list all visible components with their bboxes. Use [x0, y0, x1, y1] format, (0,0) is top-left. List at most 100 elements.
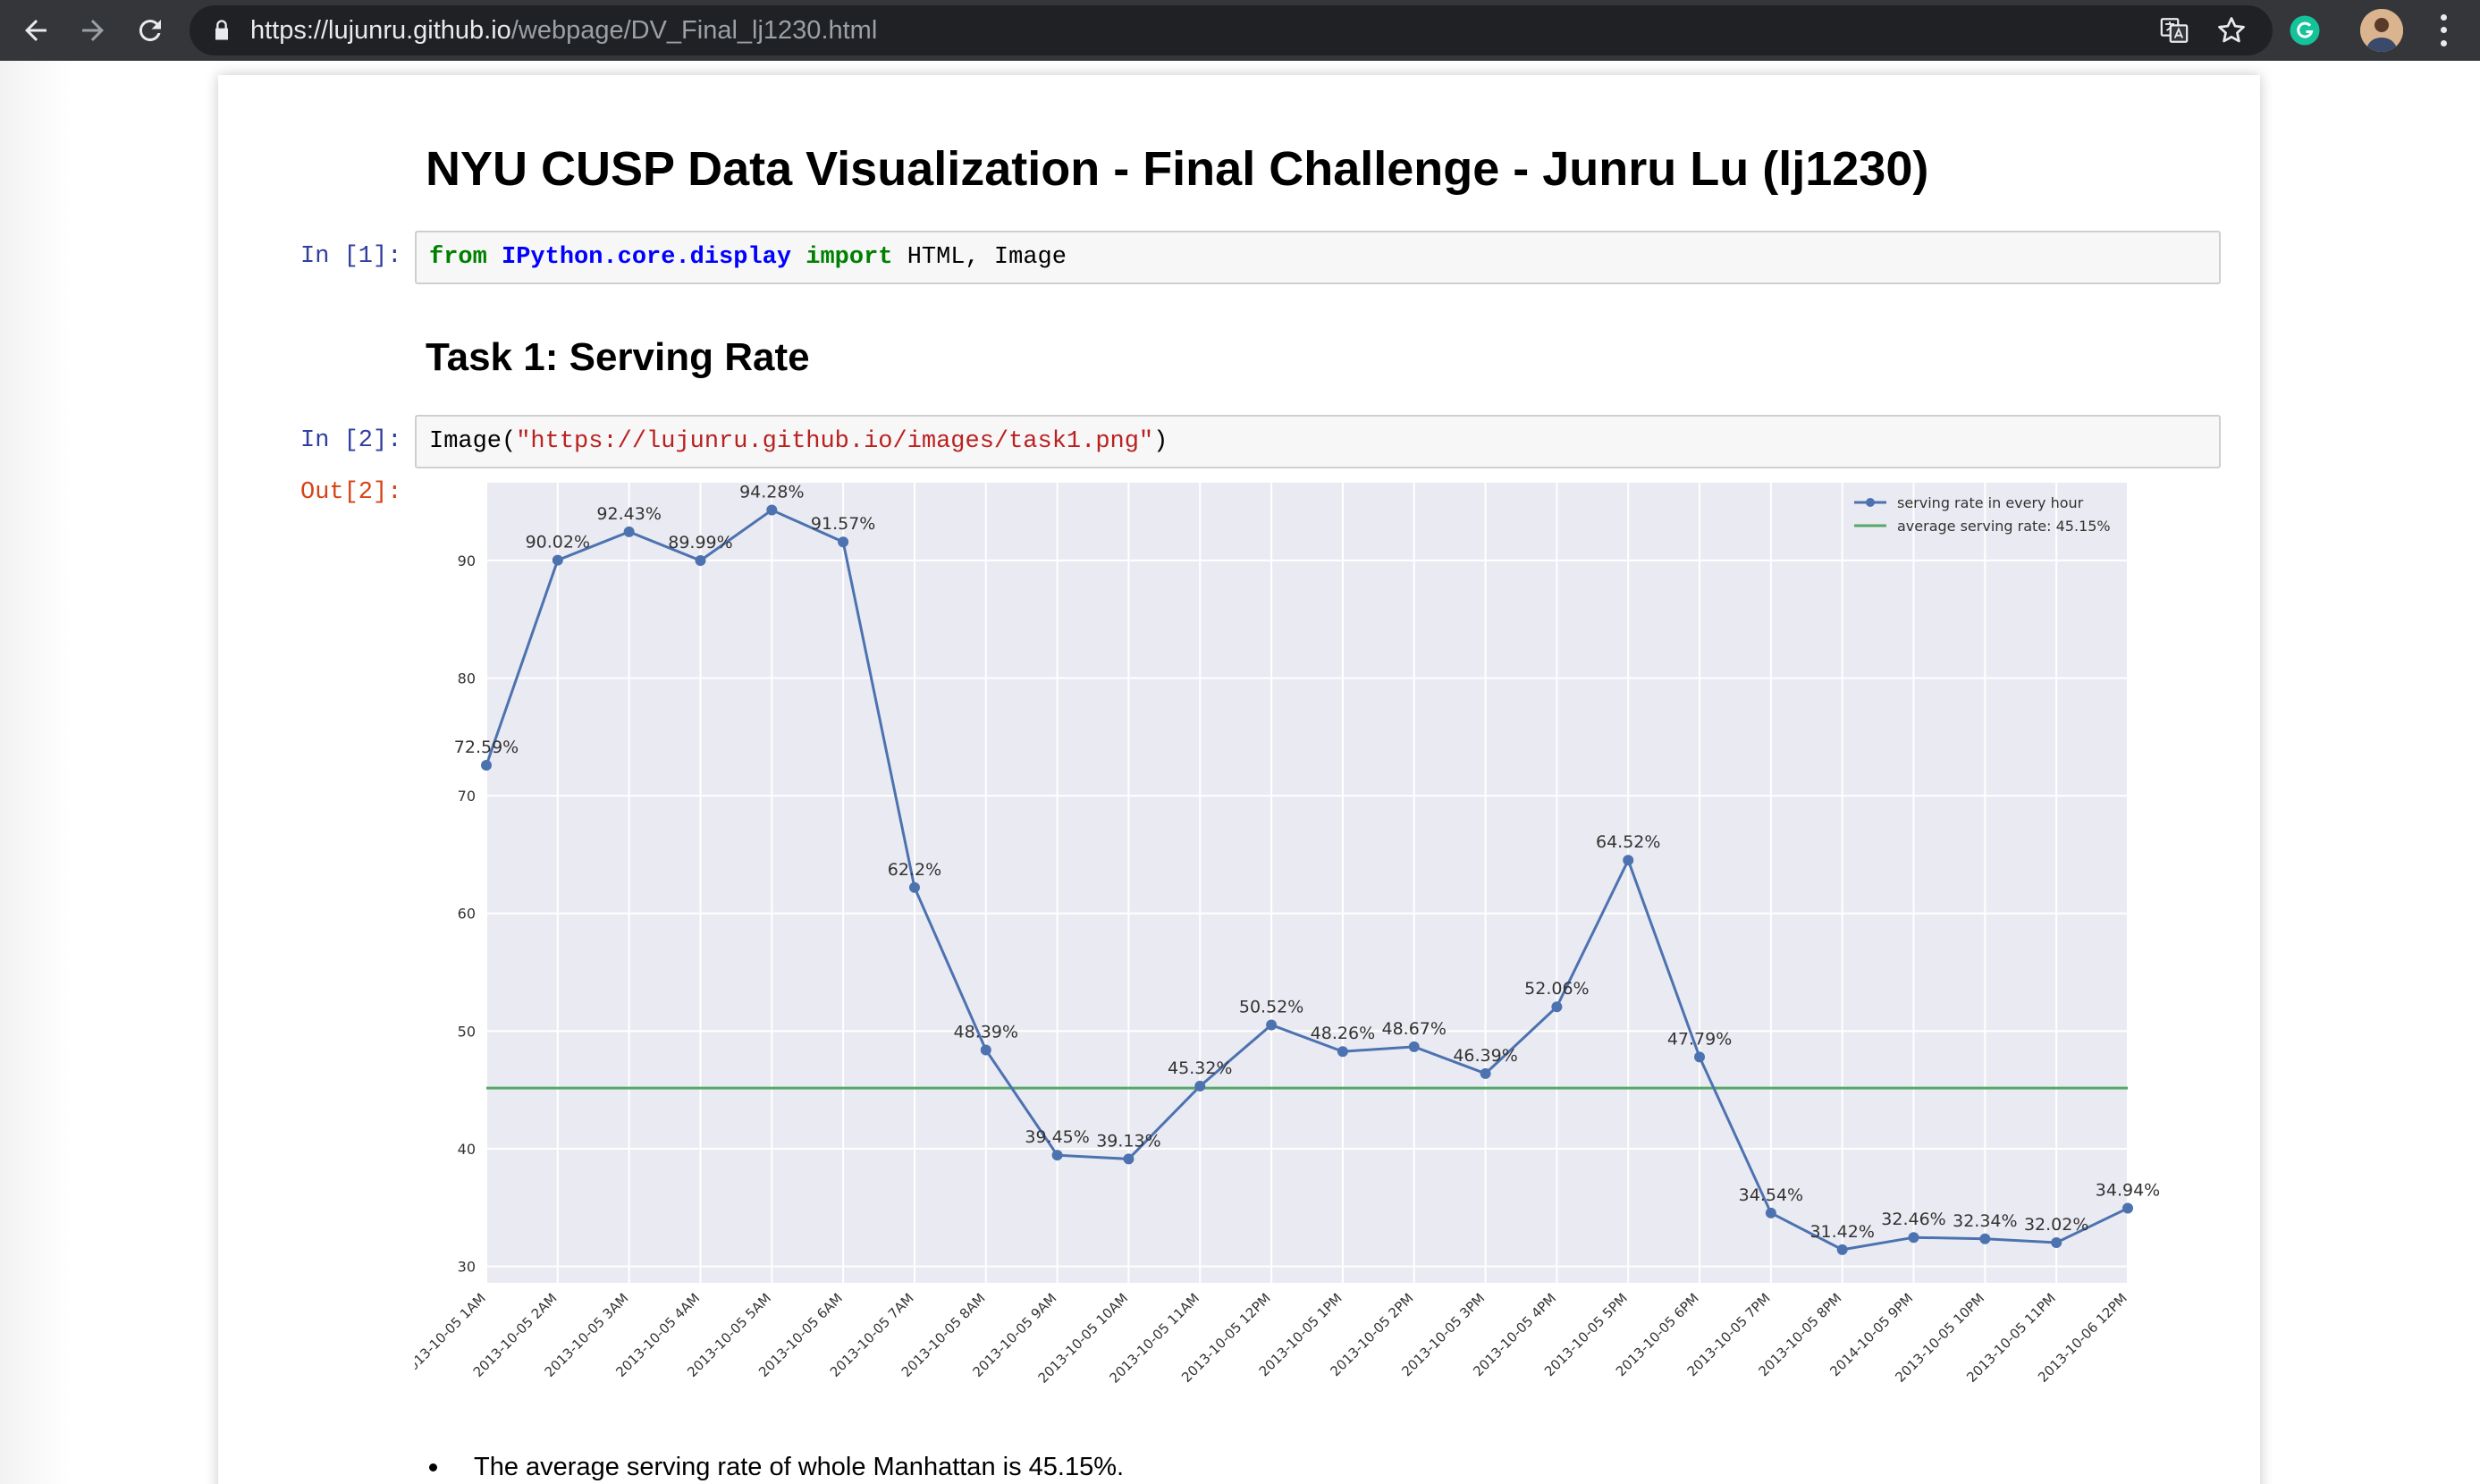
- url-path: /webpage/DV_Final_lj1230.html: [510, 16, 878, 45]
- page-title: NYU CUSP Data Visualization - Final Chal…: [426, 142, 1929, 196]
- code-line-2: Image("https://lujunru.github.io/images/…: [429, 417, 1168, 467]
- browser-toolbar: https://lujunru.github.io/webpage/DV_Fin…: [0, 0, 2480, 61]
- browser-menu-button[interactable]: [2430, 11, 2457, 50]
- data-point: [1765, 1207, 1776, 1218]
- url-host: https://lujunru.github.io: [250, 16, 511, 45]
- data-point: [1123, 1153, 1135, 1165]
- code-line-1: from IPython.core.display import HTML, I…: [429, 232, 1067, 282]
- image-call-close: ): [1153, 428, 1168, 455]
- data-label: 47.79%: [1667, 1029, 1732, 1049]
- data-point: [908, 881, 920, 893]
- data-point: [1408, 1041, 1420, 1052]
- data-label: 52.06%: [1524, 979, 1589, 999]
- translate-button[interactable]: [2153, 9, 2196, 52]
- import-names: HTML, Image: [892, 244, 1067, 271]
- y-tick-label: 30: [458, 1259, 476, 1276]
- bookmark-button[interactable]: [2210, 9, 2253, 52]
- avatar-icon: [2360, 9, 2403, 52]
- data-point: [1908, 1232, 1919, 1244]
- reload-button[interactable]: [127, 7, 173, 54]
- grammarly-icon: [2290, 15, 2320, 46]
- profile-avatar[interactable]: [2360, 9, 2403, 52]
- legend-marker-series: [1866, 498, 1875, 507]
- data-label: 46.39%: [1453, 1046, 1517, 1066]
- data-label: 34.54%: [1739, 1185, 1803, 1205]
- cell1-prompt: In [1]:: [300, 243, 402, 270]
- data-label: 89.99%: [668, 533, 732, 552]
- data-point: [1623, 855, 1634, 866]
- data-label: 32.02%: [2024, 1215, 2088, 1235]
- data-label: 64.52%: [1596, 832, 1660, 852]
- data-label: 32.34%: [1953, 1211, 2017, 1231]
- data-point: [1979, 1233, 1991, 1244]
- data-point: [1694, 1051, 1706, 1063]
- cell2-out-prompt: Out[2]:: [300, 479, 402, 506]
- data-point: [838, 536, 849, 548]
- address-bar[interactable]: https://lujunru.github.io/webpage/DV_Fin…: [190, 5, 2273, 55]
- data-label: 32.46%: [1881, 1210, 1945, 1229]
- code-cell-1[interactable]: from IPython.core.display import HTML, I…: [415, 231, 2221, 284]
- data-label: 92.43%: [596, 504, 661, 524]
- data-point: [1051, 1150, 1063, 1161]
- summary-text: The average serving rate of whole Manhat…: [474, 1453, 1125, 1481]
- data-label: 90.02%: [526, 533, 590, 552]
- star-icon: [2218, 17, 2245, 43]
- image-call: Image(: [429, 428, 517, 455]
- data-point: [980, 1044, 991, 1056]
- data-label: 72.59%: [454, 738, 519, 757]
- serving-rate-chart: 30 40 50 60 70 80 90 2013-10-05 1AM 2013-10-05 2…: [415, 465, 2221, 1421]
- module-name: IPython.core.display: [502, 244, 792, 271]
- cell2-prompt: In [2]:: [300, 427, 402, 454]
- data-point: [2122, 1202, 2133, 1214]
- data-point: [1480, 1067, 1491, 1079]
- data-label: 48.67%: [1382, 1019, 1447, 1039]
- data-label: 48.26%: [1311, 1024, 1375, 1043]
- arrow-right-icon: [82, 20, 104, 41]
- data-point: [623, 526, 635, 537]
- y-tick-label: 40: [458, 1141, 476, 1158]
- data-point: [695, 554, 706, 566]
- data-label: 48.39%: [954, 1023, 1018, 1042]
- data-label: 39.45%: [1025, 1127, 1089, 1147]
- data-point: [1266, 1019, 1278, 1031]
- data-point: [1337, 1046, 1348, 1058]
- data-point: [481, 760, 492, 772]
- forward-button[interactable]: [70, 7, 116, 54]
- data-label: 45.32%: [1168, 1058, 1232, 1078]
- y-tick-label: 80: [458, 670, 476, 687]
- bullet-dot: [429, 1463, 437, 1471]
- data-label: 62.2%: [888, 860, 941, 880]
- back-button[interactable]: [13, 7, 59, 54]
- chart-svg: 304050607080902013-10-05 1AM2013-10-05 2…: [415, 483, 2160, 1387]
- data-point: [552, 554, 563, 566]
- page-gutter: [0, 61, 72, 1484]
- grammarly-extension-button[interactable]: [2283, 9, 2326, 52]
- data-point: [1194, 1080, 1206, 1092]
- data-label: 39.13%: [1096, 1131, 1160, 1151]
- data-label: 31.42%: [1809, 1222, 1874, 1242]
- data-point: [1836, 1244, 1848, 1255]
- plot-background: [486, 483, 2128, 1283]
- data-point: [1551, 1001, 1563, 1013]
- keyword-import: import: [806, 244, 893, 271]
- y-tick-label: 90: [458, 552, 476, 569]
- url-text[interactable]: https://lujunru.github.io/webpage/DV_Fin…: [250, 5, 877, 55]
- legend-label-average: average serving rate: 45.15%: [1897, 518, 2111, 535]
- legend-label-series: serving rate in every hour: [1897, 494, 2084, 511]
- y-tick-label: 50: [458, 1023, 476, 1040]
- keyword-from: from: [429, 244, 487, 271]
- translate-icon: [2160, 18, 2189, 43]
- data-label: 94.28%: [739, 483, 804, 502]
- data-point: [766, 504, 778, 516]
- code-cell-2[interactable]: Image("https://lujunru.github.io/images/…: [415, 415, 2221, 468]
- data-point: [2051, 1236, 2062, 1248]
- reload-icon: [139, 20, 161, 42]
- section-title: Task 1: Serving Rate: [426, 335, 810, 379]
- data-label: 91.57%: [811, 514, 875, 534]
- y-tick-label: 70: [458, 788, 476, 805]
- y-tick-label: 60: [458, 906, 476, 923]
- data-label: 50.52%: [1239, 997, 1303, 1016]
- lock-icon: [215, 20, 228, 40]
- image-url-string: "https://lujunru.github.io/images/task1.…: [516, 428, 1154, 455]
- arrow-left-icon: [25, 20, 46, 41]
